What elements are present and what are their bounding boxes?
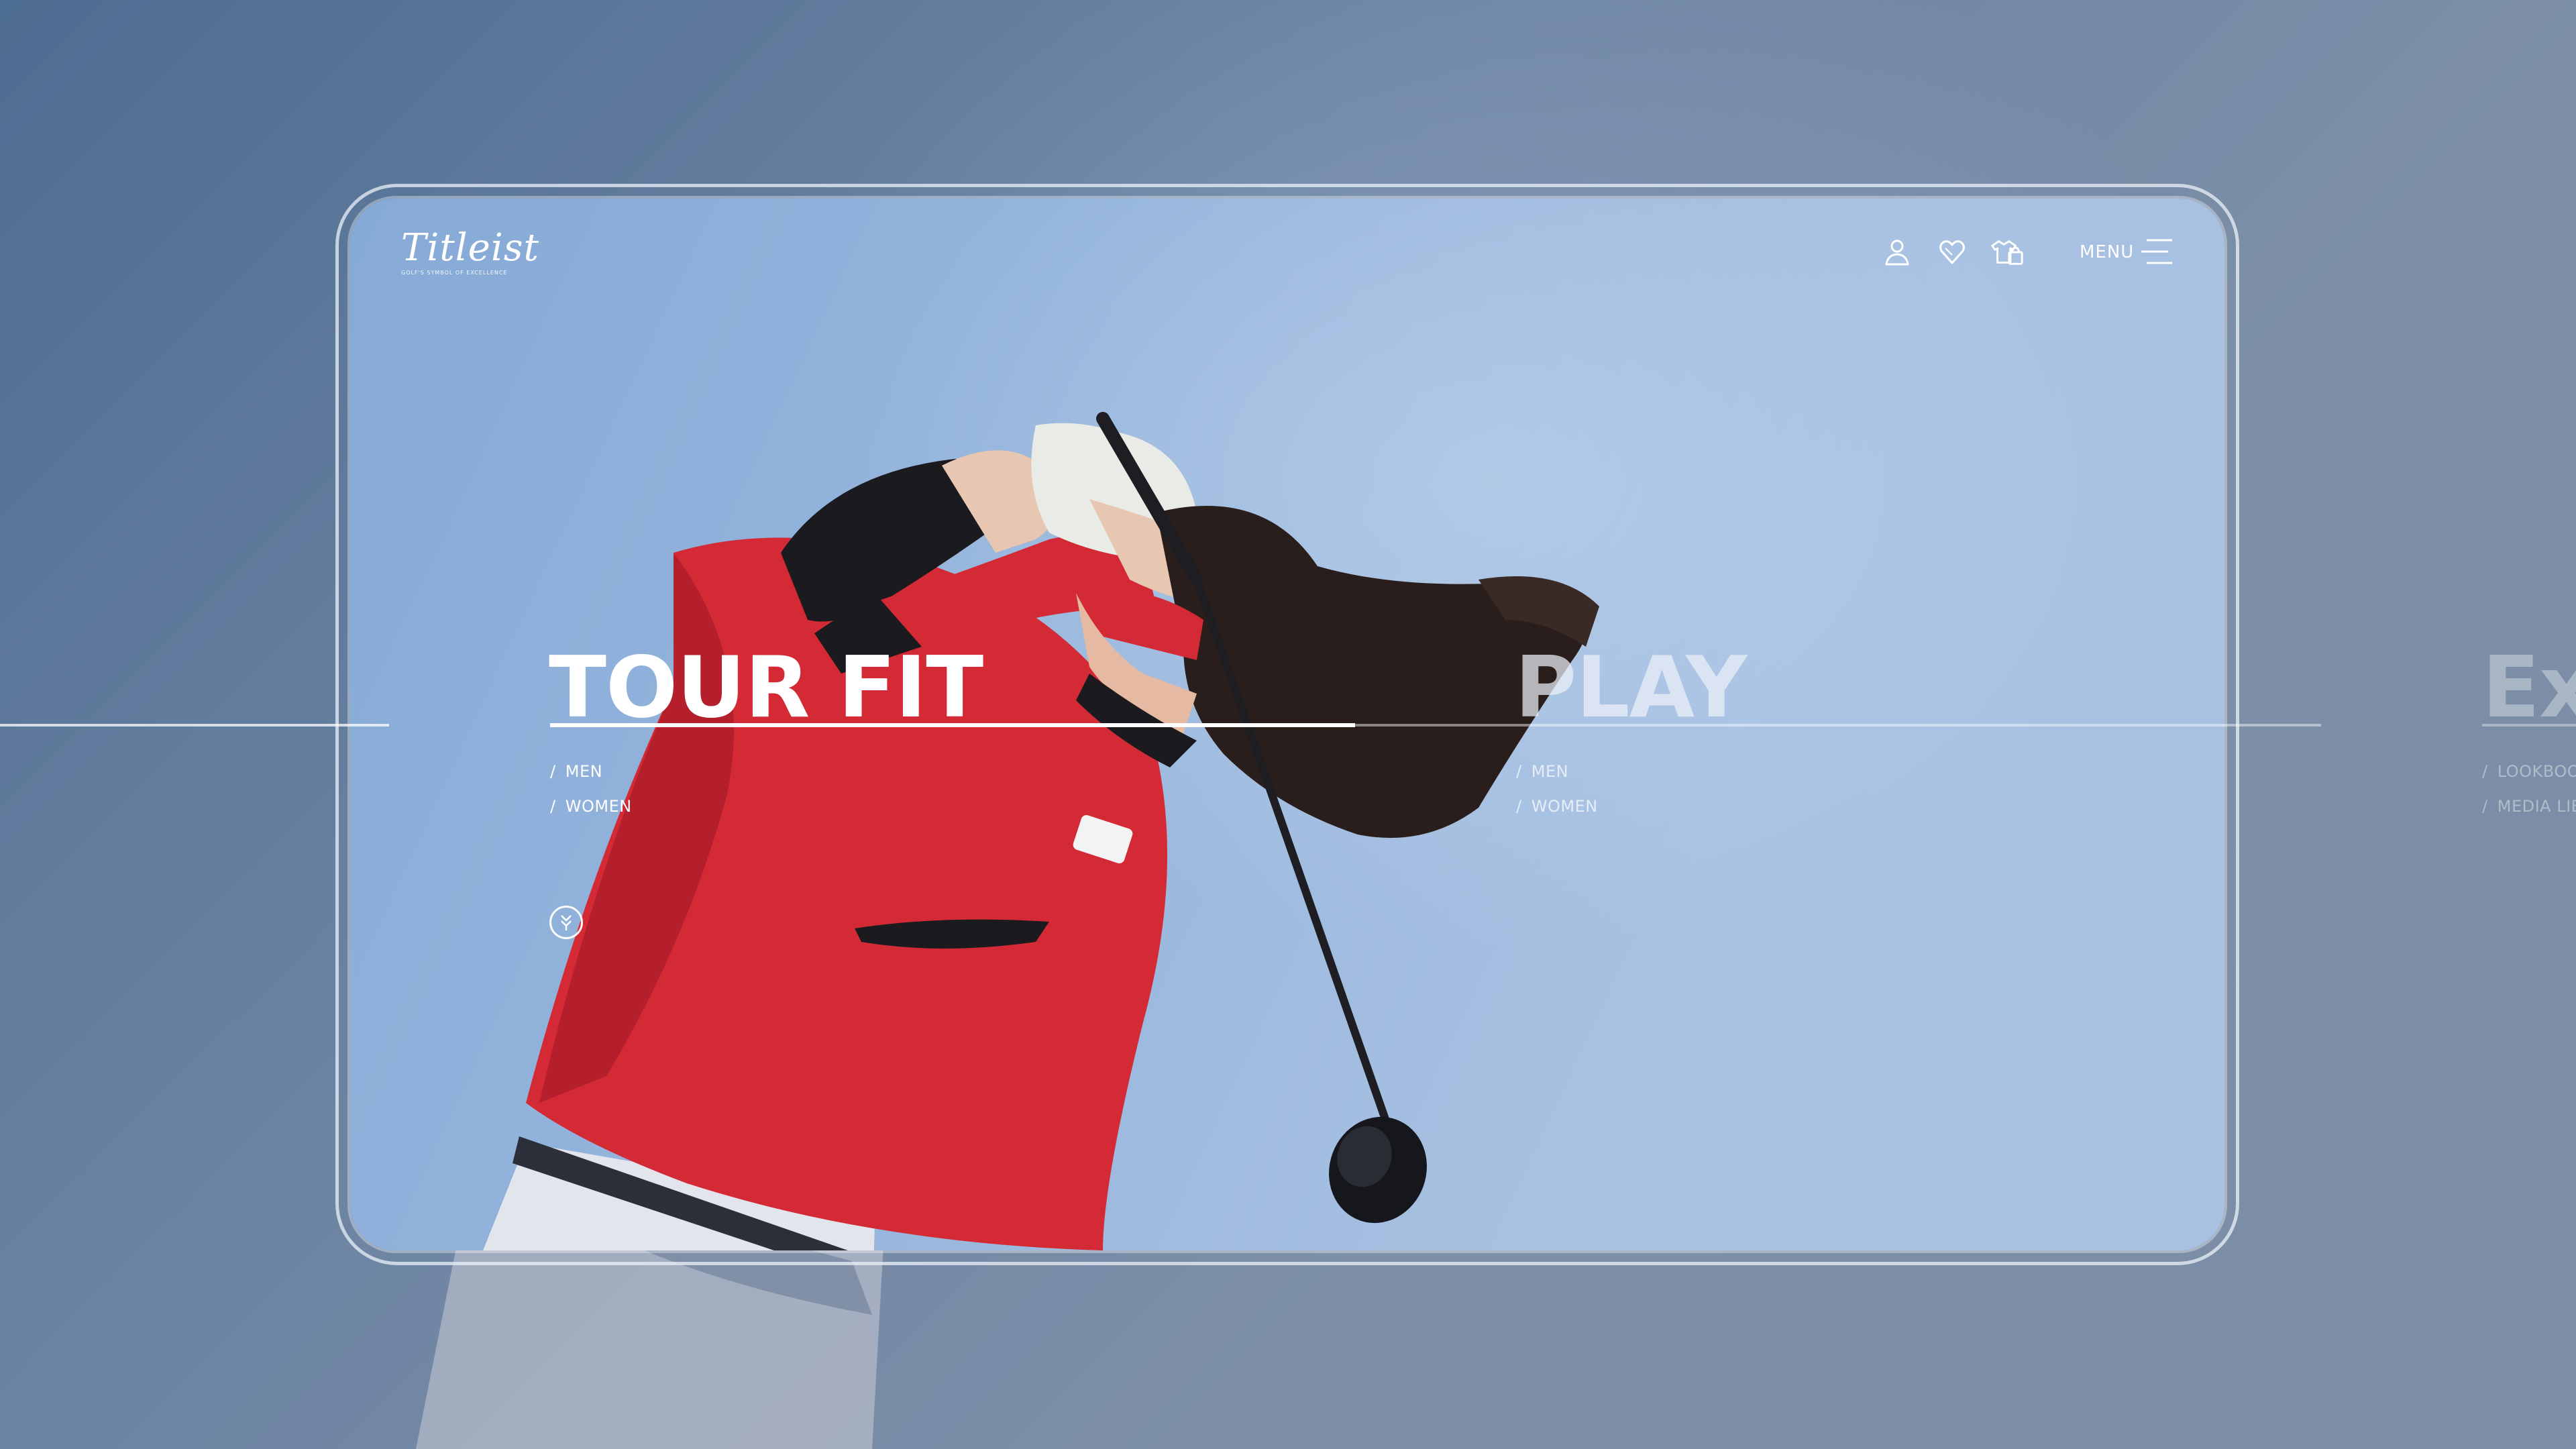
link-label: MEN xyxy=(565,762,603,781)
logo-wordmark: Titleist xyxy=(401,226,539,270)
link-label: WOMEN xyxy=(565,797,632,816)
slider-line-left xyxy=(0,724,389,727)
link-prefix: / xyxy=(1516,762,1522,781)
link-label: WOMEN xyxy=(1531,797,1598,816)
brand-logo[interactable]: Titleist GOLF'S SYMBOL OF EXCELLENCE xyxy=(401,226,539,283)
hamburger-menu-icon[interactable] xyxy=(2141,236,2174,267)
slide-link-women[interactable]: / WOMEN xyxy=(1516,796,1598,816)
slide-link-women[interactable]: / WOMEN xyxy=(550,796,632,816)
slide-link-lookbook[interactable]: / LOOKBOOK xyxy=(2482,761,2576,782)
menu-label[interactable]: MENU xyxy=(2080,241,2134,263)
link-prefix: / xyxy=(2482,762,2488,781)
slide-link-men[interactable]: / MEN xyxy=(1516,761,1568,782)
page-backdrop: Titleist GOLF'S SYMBOL OF EXCELLENCE MEN… xyxy=(0,0,2576,1449)
link-label: MEDIA LIB xyxy=(2497,797,2576,816)
link-prefix: / xyxy=(550,762,556,781)
slide-title-tour-fit[interactable]: TOUR FIT xyxy=(549,641,983,735)
wishlist-heart-icon[interactable] xyxy=(1935,235,1970,270)
link-prefix: / xyxy=(550,797,556,816)
slide-title-ex[interactable]: Ex xyxy=(2482,641,2576,735)
link-label: LOOKBOOK xyxy=(2497,762,2576,781)
slide-title-play[interactable]: PLAY xyxy=(1515,641,1747,735)
slide-link-media-library[interactable]: / MEDIA LIB xyxy=(2482,796,2576,816)
link-prefix: / xyxy=(2482,797,2488,816)
scroll-down-icon[interactable] xyxy=(549,906,583,939)
slide-link-men[interactable]: / MEN xyxy=(550,761,602,782)
logo-tagline: GOLF'S SYMBOL OF EXCELLENCE xyxy=(401,270,508,276)
user-icon[interactable] xyxy=(1880,235,1915,270)
link-label: MEN xyxy=(1531,762,1569,781)
shopping-bag-icon[interactable] xyxy=(1990,235,2025,270)
link-prefix: / xyxy=(1516,797,1522,816)
